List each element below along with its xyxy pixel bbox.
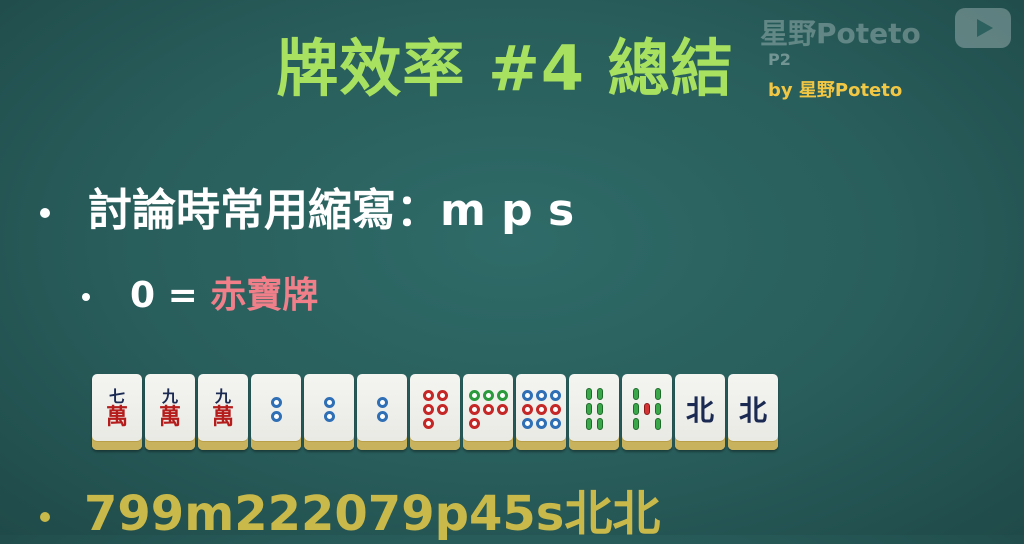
pin-circle-icon (376, 396, 388, 408)
author-byline: by 星野Poteto (768, 80, 903, 101)
mahjong-tile[interactable]: 九萬 (145, 374, 195, 450)
mahjong-tile[interactable]: 北 (675, 374, 725, 450)
bullet-marker (40, 512, 50, 522)
pin-circle-icon (422, 403, 434, 415)
mahjong-tile[interactable] (251, 374, 301, 450)
pin-circle-icon (521, 403, 533, 415)
red-dora-label: 赤寶牌 (210, 275, 319, 316)
pin-circle-icon (422, 417, 434, 429)
bamboo-stick-icon (585, 403, 592, 415)
bamboo-stick-icon (596, 403, 603, 415)
mahjong-tile[interactable] (357, 374, 407, 450)
bamboo-stick-icon (655, 418, 661, 430)
pin-circle-icon (535, 389, 547, 401)
tile-number: 七 (108, 387, 125, 406)
tile-number: 九 (214, 387, 231, 406)
mahjong-hand: 七萬九萬九萬北北 (92, 374, 781, 450)
bullet-marker (40, 208, 50, 218)
pin-circle-icon (521, 417, 533, 429)
tile-number: 九 (161, 387, 178, 406)
bullet-text: 討論時常用縮寫：m p s (88, 185, 575, 236)
tile-suit: 萬 (211, 405, 234, 430)
pin-circle-icon (270, 396, 282, 408)
pin-circle-icon (482, 389, 494, 401)
pin-dots-icon (323, 396, 335, 422)
pin-circle-icon (376, 410, 388, 422)
mahjong-tile[interactable] (516, 374, 566, 450)
pin-circle-icon (323, 396, 335, 408)
hand-notation: 799m222079p45s北北 (84, 486, 661, 542)
sou-bamboo-icon (585, 388, 604, 430)
pin-circle-icon (468, 403, 480, 415)
bamboo-stick-icon (633, 388, 639, 400)
mahjong-tile[interactable] (569, 374, 619, 450)
tile-suit: 萬 (158, 405, 181, 430)
pin-dots-icon (270, 396, 282, 422)
bamboo-stick-icon (585, 388, 592, 400)
bullet-prefix: 0 = (130, 275, 211, 316)
bullet-marker (82, 293, 90, 301)
tile-suit: 萬 (105, 405, 128, 430)
mahjong-tile[interactable]: 北 (728, 374, 778, 450)
bullet-hand-notation: 799m222079p45s北北 (40, 474, 660, 544)
mahjong-tile[interactable] (463, 374, 513, 450)
bamboo-stick-icon (644, 403, 650, 415)
pin-circle-icon (436, 389, 448, 401)
mahjong-tile[interactable]: 九萬 (198, 374, 248, 450)
channel-watermark: 星野Poteto (760, 17, 921, 50)
pin-circle-icon (535, 417, 547, 429)
bamboo-stick-icon (596, 418, 603, 430)
youtube-icon[interactable] (955, 8, 1011, 48)
tile-wind: 北 (685, 394, 714, 427)
pin-circle-icon (521, 389, 533, 401)
bullet-red-dora: 0 = 赤寶牌 (82, 266, 318, 318)
bamboo-stick-icon (596, 388, 603, 400)
pin-dots-icon (521, 389, 561, 429)
tile-wind: 北 (738, 394, 767, 427)
pin-dots-icon (376, 396, 388, 422)
mahjong-tile[interactable] (410, 374, 460, 450)
pin-circle-icon (496, 389, 508, 401)
bamboo-stick-icon (655, 403, 661, 415)
pin-circle-icon (468, 389, 480, 401)
pin-circle-icon (535, 403, 547, 415)
pin-circle-icon (436, 403, 448, 415)
mahjong-tile[interactable] (304, 374, 354, 450)
mahjong-tile[interactable]: 七萬 (92, 374, 142, 450)
bullet-abbreviations: 討論時常用縮寫：m p s (40, 174, 574, 238)
pin-circle-icon (422, 389, 434, 401)
page-number: P2 (768, 50, 791, 69)
bamboo-stick-icon (633, 418, 639, 430)
pin-dots-icon (468, 389, 508, 429)
sou-bamboo-icon (632, 388, 662, 430)
pin-circle-icon (549, 403, 561, 415)
pin-circle-icon (323, 410, 335, 422)
bamboo-stick-icon (585, 418, 592, 430)
pin-circle-icon (270, 410, 282, 422)
bamboo-stick-icon (633, 403, 639, 415)
pin-circle-icon (496, 403, 508, 415)
pin-circle-icon (482, 403, 494, 415)
mahjong-tile[interactable] (622, 374, 672, 450)
bamboo-stick-icon (655, 388, 661, 400)
pin-circle-icon (468, 417, 480, 429)
pin-circle-icon (549, 417, 561, 429)
pin-dots-icon (422, 389, 448, 429)
pin-circle-icon (549, 389, 561, 401)
